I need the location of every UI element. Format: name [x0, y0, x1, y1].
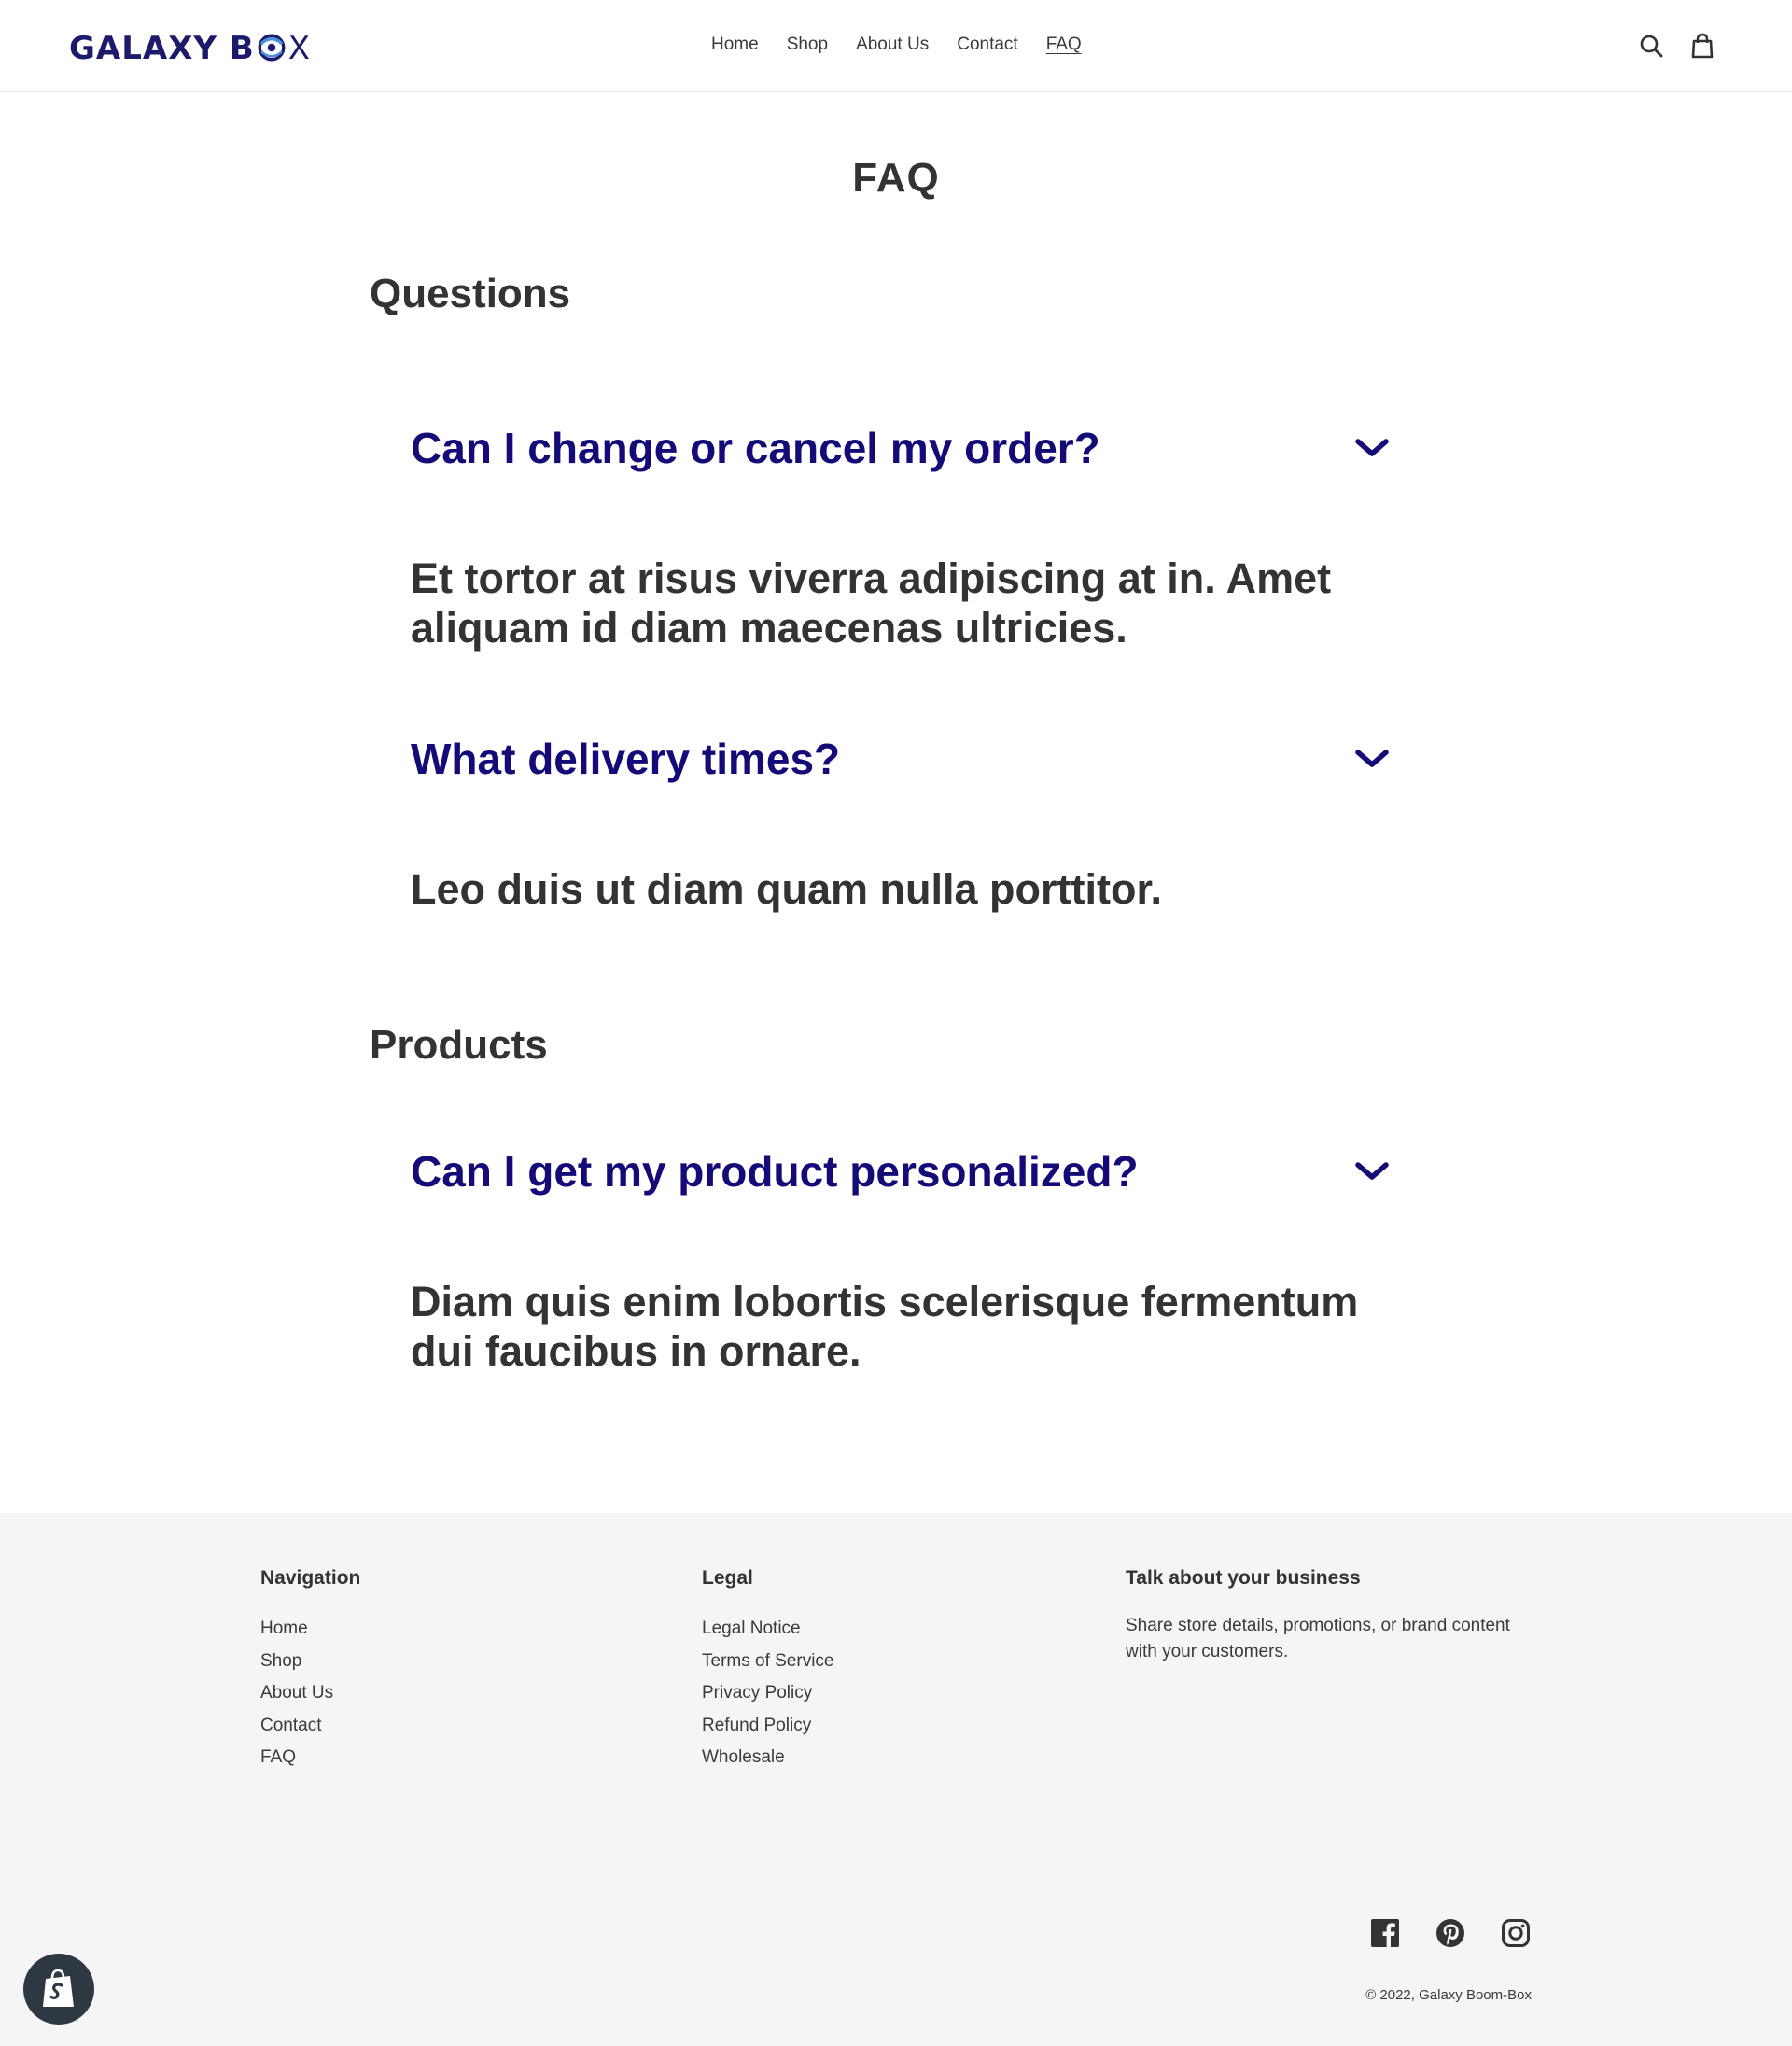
- section-heading-questions: Questions: [370, 271, 571, 316]
- shopify-bag-icon[interactable]: [23, 1954, 94, 2025]
- footer-link-legal-notice[interactable]: Legal Notice: [702, 1613, 833, 1646]
- logo-text-right: X: [287, 30, 312, 67]
- footer-link-wholesale[interactable]: Wholesale: [702, 1742, 833, 1774]
- footer-link-about-us[interactable]: About Us: [260, 1677, 360, 1710]
- footer-link-shop[interactable]: Shop: [260, 1646, 360, 1678]
- logo-swirl-icon: [258, 34, 286, 62]
- faq-question-delivery-times[interactable]: What delivery times?: [411, 731, 1391, 787]
- cart-icon[interactable]: [1689, 32, 1715, 60]
- site-footer: Navigation Home Shop About Us Contact FA…: [0, 1513, 1792, 2046]
- footer-link-home[interactable]: Home: [260, 1613, 360, 1646]
- logo-text-left: GALAXY B: [69, 30, 255, 67]
- nav-shop[interactable]: Shop: [787, 34, 828, 56]
- faq-answer-change-order: Et tortor at risus viverra adipiscing at…: [411, 554, 1332, 652]
- footer-legal: Legal Legal Notice Terms of Service Priv…: [702, 1566, 833, 1774]
- social-links: [1370, 1918, 1531, 1948]
- footer-about-text: Share store details, promotions, or bran…: [1126, 1616, 1510, 1661]
- main-nav: Home Shop About Us Contact FAQ: [711, 34, 1082, 56]
- footer-about: Talk about your business Share store det…: [1126, 1566, 1536, 1665]
- chevron-down-icon: [1355, 439, 1389, 456]
- nav-about-us[interactable]: About Us: [856, 34, 929, 56]
- faq-question-text: Can I change or cancel my order?: [411, 424, 1100, 472]
- copyright: © 2022, Galaxy Boom-Box: [1365, 1987, 1532, 2003]
- brand-logo[interactable]: GALAXY B X: [69, 28, 311, 69]
- footer-link-privacy-policy[interactable]: Privacy Policy: [702, 1677, 833, 1710]
- logo-wordmark: GALAXY B X: [69, 30, 311, 67]
- pinterest-icon[interactable]: [1435, 1918, 1465, 1948]
- footer-link-refund-policy[interactable]: Refund Policy: [702, 1710, 833, 1743]
- faq-question-text: Can I get my product personalized?: [411, 1147, 1139, 1196]
- faq-question-change-order[interactable]: Can I change or cancel my order?: [411, 420, 1391, 476]
- footer-heading-navigation: Navigation: [260, 1567, 361, 1589]
- faq-answer-delivery-times: Leo duis ut diam quam nulla porttitor.: [411, 865, 1163, 913]
- footer-link-contact[interactable]: Contact: [260, 1710, 360, 1743]
- footer-navigation: Navigation Home Shop About Us Contact FA…: [260, 1566, 360, 1774]
- footer-link-terms-of-service[interactable]: Terms of Service: [702, 1646, 833, 1678]
- nav-home[interactable]: Home: [711, 34, 759, 56]
- faq-question-text: What delivery times?: [411, 735, 841, 783]
- footer-link-faq[interactable]: FAQ: [260, 1742, 360, 1774]
- footer-heading-about: Talk about your business: [1126, 1567, 1361, 1589]
- faq-answer-personalized: Diam quis enim lobortis scelerisque ferm…: [411, 1278, 1359, 1375]
- chevron-down-icon: [1355, 750, 1389, 767]
- chevron-down-icon: [1355, 1162, 1389, 1180]
- section-heading-products: Products: [370, 1022, 548, 1068]
- facebook-icon[interactable]: [1370, 1918, 1400, 1948]
- search-icon[interactable]: [1639, 32, 1665, 60]
- nav-faq[interactable]: FAQ: [1046, 34, 1082, 56]
- page-title: FAQ: [852, 155, 940, 201]
- instagram-icon[interactable]: [1501, 1918, 1531, 1948]
- nav-contact[interactable]: Contact: [957, 34, 1017, 56]
- footer-heading-legal: Legal: [702, 1567, 753, 1589]
- site-header: GALAXY B X Home Shop About Us Contact FA…: [0, 0, 1792, 92]
- header-icons: [1639, 32, 1715, 60]
- faq-question-personalized[interactable]: Can I get my product personalized?: [411, 1143, 1391, 1199]
